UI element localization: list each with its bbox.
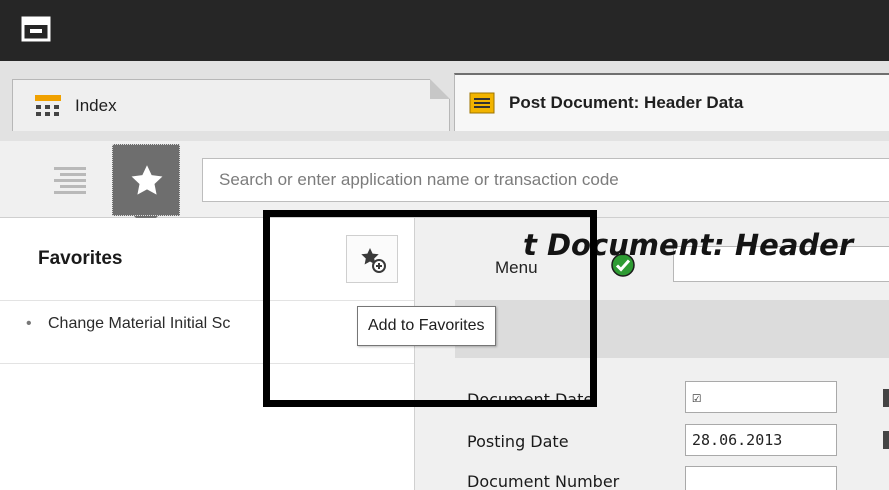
- favorite-item-label: Change Material Initial Sc: [48, 315, 231, 332]
- tab-label: Post Document: Header Data: [509, 93, 744, 112]
- add-to-favorites-tooltip: Add to Favorites: [357, 306, 496, 346]
- add-to-favorites-button[interactable]: [346, 235, 398, 283]
- menu-list-icon[interactable]: [50, 161, 90, 201]
- favorites-button[interactable]: [112, 144, 180, 228]
- divider: [0, 363, 414, 364]
- shell-toolbar: [0, 141, 889, 228]
- field-label-posting-date: Posting Date: [467, 432, 569, 451]
- star-add-icon: [361, 248, 386, 273]
- cut-off-label: [883, 389, 889, 407]
- transaction-content: Menu t Document: Header Document Date ☑ …: [415, 218, 889, 490]
- star-icon: [131, 165, 163, 195]
- tab-index[interactable]: Index: [12, 79, 450, 131]
- field-label-document-date: Document Date: [467, 390, 594, 409]
- favorites-panel: Favorites • Change Material Initial Sc: [0, 218, 415, 490]
- hierarchy-icon: [35, 94, 61, 116]
- search-input[interactable]: [202, 158, 889, 202]
- tab-fold: [430, 79, 450, 99]
- bullet-icon: •: [26, 315, 32, 332]
- tab-bar: Index Post Document: Header Data: [0, 61, 889, 142]
- field-label-document-number: Document Number: [467, 472, 620, 490]
- document-date-field[interactable]: ☑: [685, 381, 837, 413]
- favorites-title: Favorites: [38, 248, 123, 269]
- tab-label: Index: [75, 95, 117, 115]
- page-title-text: t Document: Header: [523, 228, 854, 262]
- favorite-item[interactable]: • Change Material Initial Sc: [26, 315, 414, 345]
- list-icon: [469, 92, 495, 114]
- cut-off-label: [883, 431, 889, 449]
- posting-date-field[interactable]: 28.06.2013: [685, 424, 837, 456]
- app-icon[interactable]: [21, 16, 51, 42]
- document-number-field[interactable]: [685, 466, 837, 490]
- divider: [0, 300, 414, 301]
- title-banner: [455, 300, 889, 358]
- title-bar: [0, 0, 889, 61]
- tab-post-document[interactable]: Post Document: Header Data: [454, 73, 889, 131]
